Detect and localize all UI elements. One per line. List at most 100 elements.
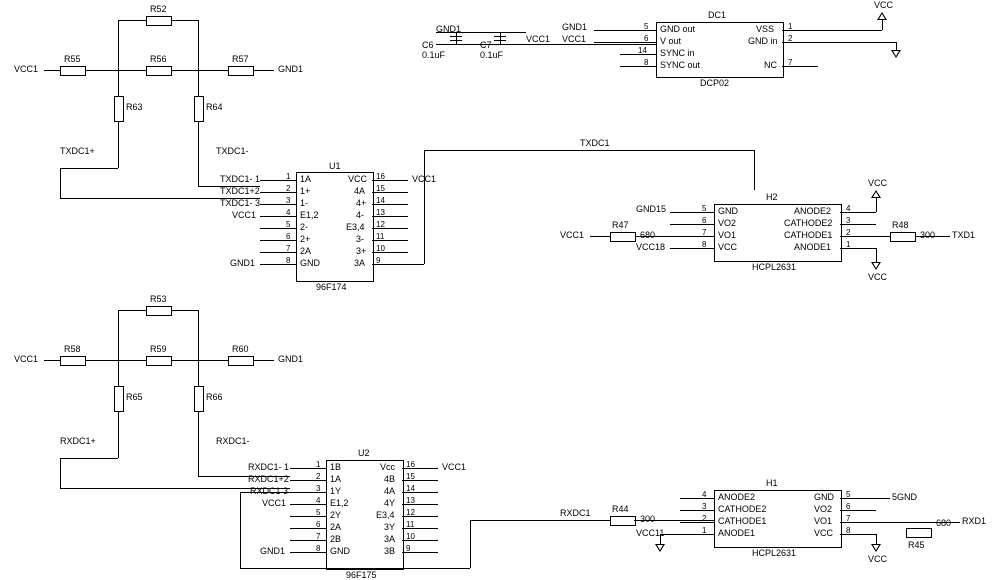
r48-val: 300 [920, 230, 935, 240]
u1-n5: 5 [286, 220, 290, 229]
r44-val: 300 [640, 514, 655, 524]
u1-n14: 14 [376, 196, 385, 205]
u1-net3: TXDC1- 3 [220, 198, 258, 208]
u1-pin-gnd: GND [300, 258, 320, 268]
u1-pin-vcc: VCC [348, 174, 367, 184]
resistor-r47 [610, 232, 636, 242]
u2-n15: 15 [406, 472, 415, 481]
r65-label: R65 [126, 392, 143, 402]
u2-net16: VCC1 [442, 462, 466, 472]
u1-pin-e34: E3,4 [346, 222, 365, 232]
r66-label: R66 [206, 392, 223, 402]
resistor-r57 [228, 66, 254, 76]
u2-n11: 11 [406, 520, 414, 529]
h2-r2: CATHODE2 [784, 218, 832, 228]
u2-pin-4y: 4Y [384, 498, 395, 508]
u1-pin-3m: 3- [356, 234, 364, 244]
u1-pin-2m: 2- [300, 222, 308, 232]
resistor-r52 [146, 16, 172, 26]
c6-val: 0.1uF [422, 50, 445, 60]
u2-pin-4b: 4B [384, 474, 395, 484]
u2-n7: 7 [316, 532, 320, 541]
h1-r1: GND [814, 492, 834, 502]
h2-gnd15: GND15 [636, 204, 666, 214]
u1-n11: 11 [376, 232, 384, 241]
u1-n4: 4 [286, 208, 290, 217]
dc1-l3: SYNC in [660, 48, 695, 58]
u1-net1: TXDC1- 1 [220, 174, 258, 184]
vcc-h2b [871, 262, 881, 270]
dc1-ln2: 6 [644, 34, 648, 43]
u1-pin-2a: 2A [300, 246, 311, 256]
u1-n7: 7 [286, 244, 290, 253]
h1-l1: ANODE2 [718, 492, 755, 502]
net-txdc1p: TXDC1+ [60, 146, 95, 156]
net-rxd1: RXD1 [962, 516, 986, 526]
u1-pin-3a: 3A [354, 258, 365, 268]
u2-pin-e12: E1,2 [330, 498, 349, 508]
net-txdc1: TXDC1 [580, 138, 610, 148]
u1-pin-2p: 2+ [300, 234, 310, 244]
u1-pin-e12: E1,2 [300, 210, 319, 220]
r45-label: R45 [908, 540, 925, 550]
resistor-r45 [906, 528, 932, 538]
resistor-r53 [146, 306, 172, 316]
r48-label: R48 [892, 220, 909, 230]
r60-label: R60 [232, 344, 249, 354]
dc1-r2: GND in [748, 36, 778, 46]
u2-pin-1b: 1B [330, 462, 341, 472]
u2-net4: VCC1 [262, 498, 286, 508]
dc1-ln3: 14 [638, 46, 647, 55]
h1-l2: CATHODE2 [718, 504, 766, 514]
u2-net1: RXDC1- 1 [248, 462, 288, 472]
u2-pin-2y: 2Y [330, 510, 341, 520]
h2-vcc-b: VCC [868, 272, 887, 282]
u1-n9: 9 [376, 256, 380, 265]
u2-n1: 1 [316, 460, 320, 469]
r64-label: R64 [206, 102, 223, 112]
resistor-r56 [146, 66, 172, 76]
u2-n16: 16 [406, 460, 415, 469]
u2-ref: U2 [358, 448, 370, 458]
r52-label: R52 [150, 4, 167, 14]
u2-n5: 5 [316, 508, 320, 517]
resistor-r65 [114, 386, 124, 412]
u2-net2: RXDC1+2 [248, 474, 288, 484]
dc1-r1: VSS [756, 24, 774, 34]
dc1-vcc: VCC [874, 0, 893, 10]
u2-pin-2b: 2B [330, 534, 341, 544]
h1-ref: H1 [766, 478, 778, 488]
h2-ref: H2 [766, 192, 778, 202]
u1-pin-4m: 4- [356, 210, 364, 220]
u1-pin-4p: 4+ [356, 198, 366, 208]
dc1-l2: V out [660, 36, 681, 46]
c7-val: 0.1uF [480, 50, 503, 60]
resistor-r64 [194, 96, 204, 122]
dc1-l4: SYNC out [660, 60, 700, 70]
r45-val: 680 [936, 518, 951, 528]
h2-l4: VCC [718, 242, 737, 252]
r55-label: R55 [64, 54, 81, 64]
u2-net8: GND1 [260, 546, 285, 556]
r58-label: R58 [64, 344, 81, 354]
dc1-ln1: 5 [644, 22, 648, 31]
u1-pin-1a: 1A [300, 174, 311, 184]
u2-pin-1y: 1Y [330, 486, 341, 496]
gnd-dc1 [891, 50, 901, 58]
h1-r2: VO2 [814, 504, 832, 514]
u1-n12: 12 [376, 220, 385, 229]
u1-n16: 16 [376, 172, 385, 181]
u2-n6: 6 [316, 520, 320, 529]
resistor-r59 [146, 356, 172, 366]
u1-net8: GND1 [230, 258, 255, 268]
u2-n3: 3 [316, 484, 320, 493]
u2-pin-vcc: Vcc [380, 462, 395, 472]
h2-l3: VO1 [718, 230, 736, 240]
h1-r3: VO1 [814, 516, 832, 526]
h2-part: HCPL2631 [752, 262, 796, 272]
u1-n3: 3 [286, 196, 290, 205]
u2-pin-e34: E3,4 [376, 510, 395, 520]
h2-vcc18: VCC18 [636, 242, 665, 252]
u1-ref: U1 [329, 161, 341, 171]
vcc-dc1 [877, 12, 887, 20]
